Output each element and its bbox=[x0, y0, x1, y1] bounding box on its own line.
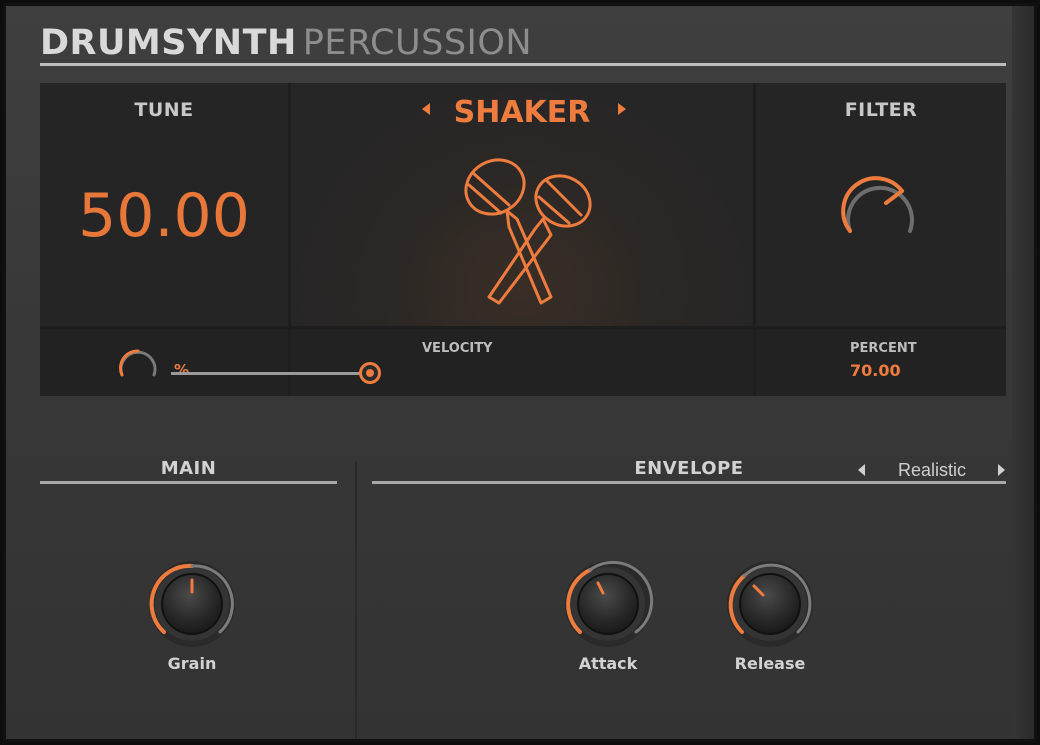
velocity-slider-track[interactable] bbox=[171, 372, 371, 375]
preset-name[interactable]: SHAKER bbox=[291, 95, 753, 130]
release-knob-group: Release bbox=[722, 558, 818, 674]
maracas-icon bbox=[464, 158, 592, 305]
velocity-label: VELOCITY bbox=[422, 341, 493, 356]
plugin-window: DRUMSYNTH PERCUSSION TUNE 50.00 SHAKER F… bbox=[3, 3, 1037, 742]
envelope-mode[interactable]: Realistic bbox=[876, 460, 988, 481]
preset-display: SHAKER bbox=[291, 83, 753, 326]
tune-unit: % bbox=[174, 361, 190, 379]
envelope-next-arrow-icon[interactable] bbox=[998, 464, 1005, 476]
envelope-section-rule bbox=[372, 481, 1006, 484]
next-preset-arrow-icon[interactable] bbox=[618, 103, 626, 115]
filter-percent-panel: PERCENT 70.00 bbox=[756, 329, 1006, 396]
main-section-title: MAIN bbox=[160, 458, 217, 479]
main-section-rule bbox=[40, 481, 337, 484]
tune-value: 50.00 bbox=[78, 181, 250, 251]
section-divider bbox=[355, 461, 357, 739]
tune-sub-panel: % bbox=[40, 329, 288, 396]
filter-label: FILTER bbox=[844, 99, 918, 121]
filter-display: FILTER bbox=[756, 83, 1006, 326]
attack-knob-group: Attack bbox=[560, 558, 656, 674]
title-light: PERCUSSION bbox=[302, 23, 533, 63]
title-bold: DRUMSYNTH bbox=[40, 23, 297, 63]
percent-label: PERCENT bbox=[850, 341, 917, 356]
display-panel: TUNE 50.00 SHAKER FILTER % VELOCITY PERC… bbox=[40, 83, 1006, 396]
plugin-title: DRUMSYNTH PERCUSSION bbox=[40, 24, 532, 62]
tune-display[interactable]: TUNE 50.00 bbox=[40, 83, 288, 326]
attack-label: Attack bbox=[578, 654, 638, 673]
attack-knob[interactable] bbox=[560, 558, 656, 654]
velocity-panel: VELOCITY bbox=[291, 329, 753, 396]
grain-label: Grain bbox=[167, 654, 217, 673]
percent-value[interactable]: 70.00 bbox=[850, 361, 901, 380]
tune-label: TUNE bbox=[134, 99, 194, 121]
envelope-prev-arrow-icon[interactable] bbox=[858, 464, 865, 476]
title-divider bbox=[40, 63, 1006, 66]
filter-knob[interactable] bbox=[840, 173, 920, 243]
release-label: Release bbox=[734, 654, 806, 673]
tune-mode-knob[interactable] bbox=[116, 345, 160, 381]
grain-knob[interactable] bbox=[144, 558, 240, 654]
release-knob[interactable] bbox=[722, 558, 818, 654]
velocity-slider-handle[interactable] bbox=[359, 362, 381, 384]
grain-knob-group: Grain bbox=[144, 558, 240, 674]
